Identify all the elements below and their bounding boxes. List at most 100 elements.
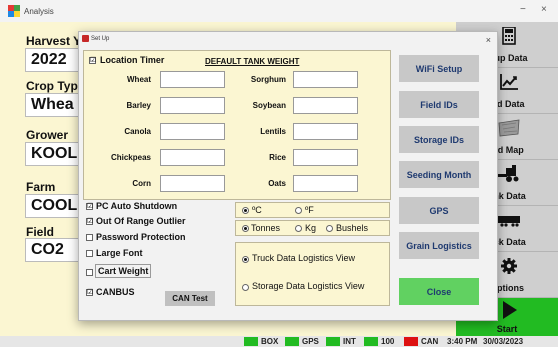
gps-status-indicator bbox=[285, 337, 299, 346]
int-status-label: INT bbox=[343, 337, 356, 346]
minimize-button[interactable]: − bbox=[520, 4, 526, 15]
bushels-radio[interactable] bbox=[326, 225, 333, 232]
close-button[interactable]: Close bbox=[399, 278, 479, 305]
cart-weight-checkbox[interactable] bbox=[86, 269, 93, 276]
farm-field[interactable]: COOL bbox=[25, 194, 85, 218]
cart-weight-label: Cart Weight bbox=[95, 264, 152, 278]
out-of-range-outlier-label: Out Of Range Outlier bbox=[96, 216, 186, 226]
location-timer-label: Location Timer bbox=[100, 55, 165, 65]
status-bar: BOX GPS INT 100 CAN 3:40 PM 30/03/2023 bbox=[0, 336, 558, 347]
kg-label: Kg bbox=[305, 223, 317, 233]
corn-label: Corn bbox=[132, 179, 151, 188]
password-protection-label: Password Protection bbox=[96, 232, 186, 242]
storage-logistics-label: Storage Data Logistics View bbox=[252, 281, 365, 291]
dialog-titlebar: Set Up × bbox=[79, 32, 497, 46]
int-status-indicator bbox=[326, 337, 340, 346]
oats-label: Oats bbox=[268, 179, 286, 188]
battery-status-label: 100 bbox=[381, 337, 395, 346]
soybean-label: Soybean bbox=[252, 101, 286, 110]
tank-weight-heading: DEFAULT TANK WEIGHT bbox=[205, 57, 300, 66]
seeding-month-button[interactable]: Seeding Month bbox=[399, 161, 479, 188]
field-ids-button[interactable]: Field IDs bbox=[399, 91, 479, 118]
setup-dialog: Set Up × ☑ Location Timer DEFAULT TANK W… bbox=[78, 31, 498, 321]
fahrenheit-label: ºF bbox=[305, 205, 314, 215]
lentils-label: Lentils bbox=[260, 127, 286, 136]
gear-icon bbox=[501, 258, 517, 274]
grain-logistics-button[interactable]: Grain Logistics bbox=[399, 232, 479, 259]
tonnes-label: Tonnes bbox=[251, 223, 281, 233]
box-status-indicator bbox=[244, 337, 258, 346]
app-icon bbox=[8, 5, 20, 17]
can-status-label: CAN bbox=[421, 337, 439, 346]
barley-weight-input[interactable] bbox=[160, 97, 225, 114]
weight-unit-group: Tonnes Kg Bushels bbox=[235, 220, 390, 236]
field-label: Field bbox=[26, 225, 55, 239]
dialog-app-icon bbox=[82, 35, 89, 42]
kg-radio[interactable] bbox=[295, 225, 302, 232]
window-titlebar: Analysis − × bbox=[0, 0, 558, 22]
status-date: 30/03/2023 bbox=[483, 337, 524, 346]
canbus-checkbox[interactable]: ☑ bbox=[86, 289, 93, 296]
truck-logistics-label: Truck Data Logistics View bbox=[252, 253, 356, 263]
lentils-weight-input[interactable] bbox=[293, 123, 358, 140]
box-status-label: BOX bbox=[261, 337, 279, 346]
chickpeas-weight-input[interactable] bbox=[160, 149, 225, 166]
celsius-radio[interactable] bbox=[242, 207, 249, 214]
calculator-icon bbox=[502, 27, 516, 45]
dialog-close-button[interactable]: × bbox=[486, 33, 491, 47]
pc-auto-shutdown-label: PC Auto Shutdown bbox=[96, 201, 178, 211]
window-title: Analysis bbox=[24, 6, 54, 16]
soybean-weight-input[interactable] bbox=[293, 97, 358, 114]
field-field[interactable]: CO2 bbox=[25, 238, 85, 262]
canola-label: Canola bbox=[124, 127, 151, 136]
harvester-icon bbox=[498, 165, 519, 182]
rice-label: Rice bbox=[269, 153, 286, 162]
sorghum-weight-input[interactable] bbox=[293, 71, 358, 88]
large-font-label: Large Font bbox=[96, 248, 143, 258]
corn-weight-input[interactable] bbox=[160, 175, 225, 192]
canbus-label: CANBUS bbox=[96, 287, 135, 297]
canola-weight-input[interactable] bbox=[160, 123, 225, 140]
pc-auto-shutdown-checkbox[interactable]: ☑ bbox=[86, 203, 93, 210]
wheat-weight-input[interactable] bbox=[160, 71, 225, 88]
crop-type-label: Crop Type bbox=[26, 79, 85, 93]
bushels-label: Bushels bbox=[336, 223, 369, 233]
grower-field[interactable]: KOOL bbox=[25, 142, 85, 166]
gps-status-label: GPS bbox=[302, 337, 319, 346]
sidebar-item-label: Start bbox=[496, 324, 518, 334]
storage-ids-button[interactable]: Storage IDs bbox=[399, 126, 479, 153]
sorghum-label: Sorghum bbox=[250, 75, 286, 84]
fahrenheit-radio[interactable] bbox=[295, 207, 302, 214]
battery-status-indicator bbox=[364, 337, 378, 346]
storage-logistics-radio[interactable] bbox=[242, 284, 249, 291]
farm-label: Farm bbox=[26, 180, 56, 194]
password-protection-checkbox[interactable] bbox=[86, 234, 93, 241]
can-test-button[interactable]: CAN Test bbox=[165, 291, 215, 306]
status-time: 3:40 PM bbox=[447, 337, 478, 346]
can-status-indicator bbox=[404, 337, 418, 346]
tank-weight-panel: ☑ Location Timer DEFAULT TANK WEIGHT Whe… bbox=[83, 50, 391, 200]
gps-button[interactable]: GPS bbox=[399, 197, 479, 224]
chart-icon bbox=[500, 74, 518, 90]
crop-type-field[interactable]: Whea bbox=[25, 93, 85, 117]
harvest-year-field[interactable]: 2022 bbox=[25, 48, 85, 72]
logistics-view-group: Truck Data Logistics View Storage Data L… bbox=[235, 242, 390, 306]
wheat-label: Wheat bbox=[127, 75, 151, 84]
location-timer-checkbox[interactable]: ☑ bbox=[89, 57, 96, 64]
rice-weight-input[interactable] bbox=[293, 149, 358, 166]
grower-label: Grower bbox=[26, 128, 69, 142]
chickpeas-label: Chickpeas bbox=[110, 153, 151, 162]
window-close-button[interactable]: × bbox=[541, 4, 547, 15]
celsius-label: ºC bbox=[252, 205, 262, 215]
tonnes-radio[interactable] bbox=[242, 225, 249, 232]
harvest-year-label: Harvest Y bbox=[26, 34, 82, 48]
map-icon bbox=[498, 119, 520, 137]
out-of-range-outlier-checkbox[interactable]: ☑ bbox=[86, 218, 93, 225]
large-font-checkbox[interactable] bbox=[86, 250, 93, 257]
wifi-setup-button[interactable]: WiFi Setup bbox=[399, 55, 479, 82]
truck-icon bbox=[498, 216, 520, 227]
truck-logistics-radio[interactable] bbox=[242, 256, 249, 263]
barley-label: Barley bbox=[126, 101, 151, 110]
oats-weight-input[interactable] bbox=[293, 175, 358, 192]
dialog-title: Set Up bbox=[91, 36, 110, 42]
